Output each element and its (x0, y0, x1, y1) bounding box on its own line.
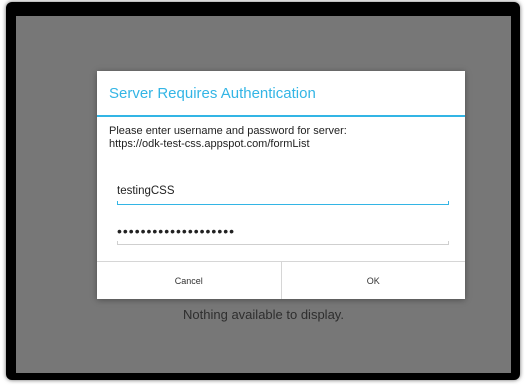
username-underline (117, 201, 449, 205)
dialog-title-bar: Server Requires Authentication (97, 71, 465, 117)
cancel-button[interactable]: Cancel (97, 262, 281, 299)
dialog-title: Server Requires Authentication (109, 85, 316, 102)
password-underline (117, 241, 449, 245)
password-masked-value: •••••••••••••••••••• (117, 223, 236, 239)
dialog-message-prompt: Please enter username and password for s… (109, 125, 347, 137)
auth-dialog: Server Requires Authentication Please en… (97, 71, 465, 299)
dialog-button-bar: Cancel OK (97, 261, 465, 299)
app-screen: Nothing available to display. Server Req… (16, 16, 511, 373)
ok-button[interactable]: OK (280, 262, 466, 299)
username-field[interactable]: testingCSS (117, 183, 449, 205)
dialog-message-server-url: https://odk-test-css.appspot.com/formLis… (109, 138, 310, 150)
dialog-message: Please enter username and password for s… (109, 125, 453, 151)
empty-list-message: Nothing available to display. (183, 307, 344, 322)
username-value: testingCSS (117, 185, 175, 197)
password-field[interactable]: •••••••••••••••••••• (117, 223, 449, 245)
device-frame: Nothing available to display. Server Req… (6, 2, 520, 380)
